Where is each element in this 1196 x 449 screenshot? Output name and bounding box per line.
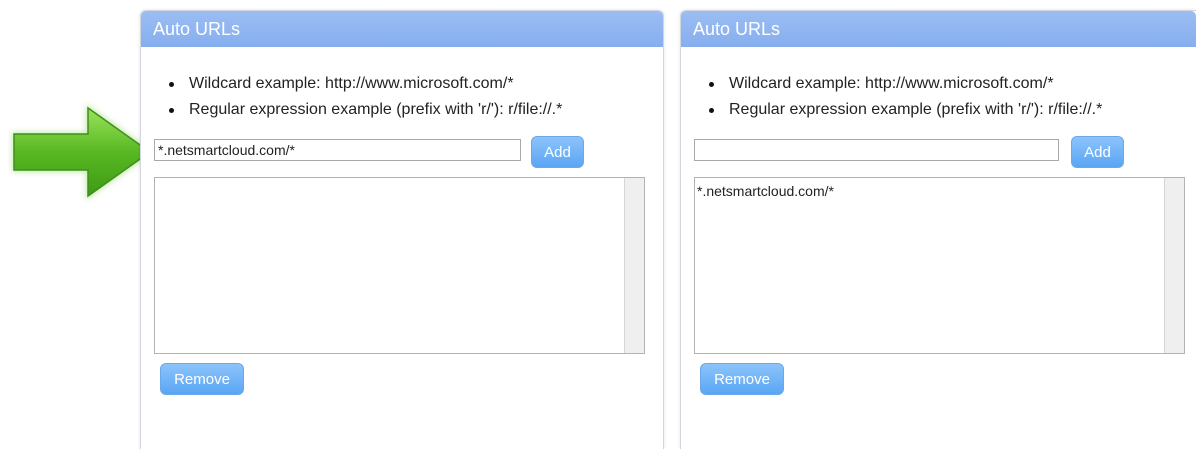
auto-urls-panel-right: Auto URLs Wildcard example: http://www.m… — [680, 10, 1196, 449]
hint-text: Regular expression example (prefix with … — [729, 101, 1103, 118]
hint-regex: Regular expression example (prefix with … — [705, 97, 1196, 123]
hint-text: Wildcard example: http://www.microsoft.c… — [729, 75, 1054, 92]
url-list-item[interactable]: *.netsmartcloud.com/* — [697, 182, 1162, 200]
remove-button[interactable]: Remove — [160, 363, 244, 395]
url-input[interactable] — [694, 139, 1059, 161]
remove-button[interactable]: Remove — [700, 363, 784, 395]
bullet-icon — [709, 82, 714, 87]
hint-list: Wildcard example: http://www.microsoft.c… — [681, 71, 1196, 123]
bullet-icon — [709, 108, 714, 113]
hint-regex: Regular expression example (prefix with … — [165, 97, 663, 123]
scrollbar[interactable] — [624, 178, 644, 353]
hint-wildcard: Wildcard example: http://www.microsoft.c… — [165, 71, 663, 97]
hint-text: Wildcard example: http://www.microsoft.c… — [189, 75, 514, 92]
add-button[interactable]: Add — [1071, 136, 1124, 168]
scrollbar[interactable] — [1164, 178, 1184, 353]
hint-text: Regular expression example (prefix with … — [189, 101, 563, 118]
add-button[interactable]: Add — [531, 136, 584, 168]
url-list-items: *.netsmartcloud.com/* — [697, 182, 1162, 200]
url-list[interactable] — [154, 177, 645, 354]
url-input[interactable] — [154, 139, 521, 161]
panel-header: Auto URLs — [141, 11, 663, 47]
hint-wildcard: Wildcard example: http://www.microsoft.c… — [705, 71, 1196, 97]
green-arrow-icon — [12, 104, 154, 200]
bullet-icon — [169, 108, 174, 113]
url-list[interactable]: *.netsmartcloud.com/* — [694, 177, 1185, 354]
bullet-icon — [169, 82, 174, 87]
hint-list: Wildcard example: http://www.microsoft.c… — [141, 71, 663, 123]
panel-header: Auto URLs — [681, 11, 1196, 47]
auto-urls-panel-left: Auto URLs Wildcard example: http://www.m… — [140, 10, 664, 449]
